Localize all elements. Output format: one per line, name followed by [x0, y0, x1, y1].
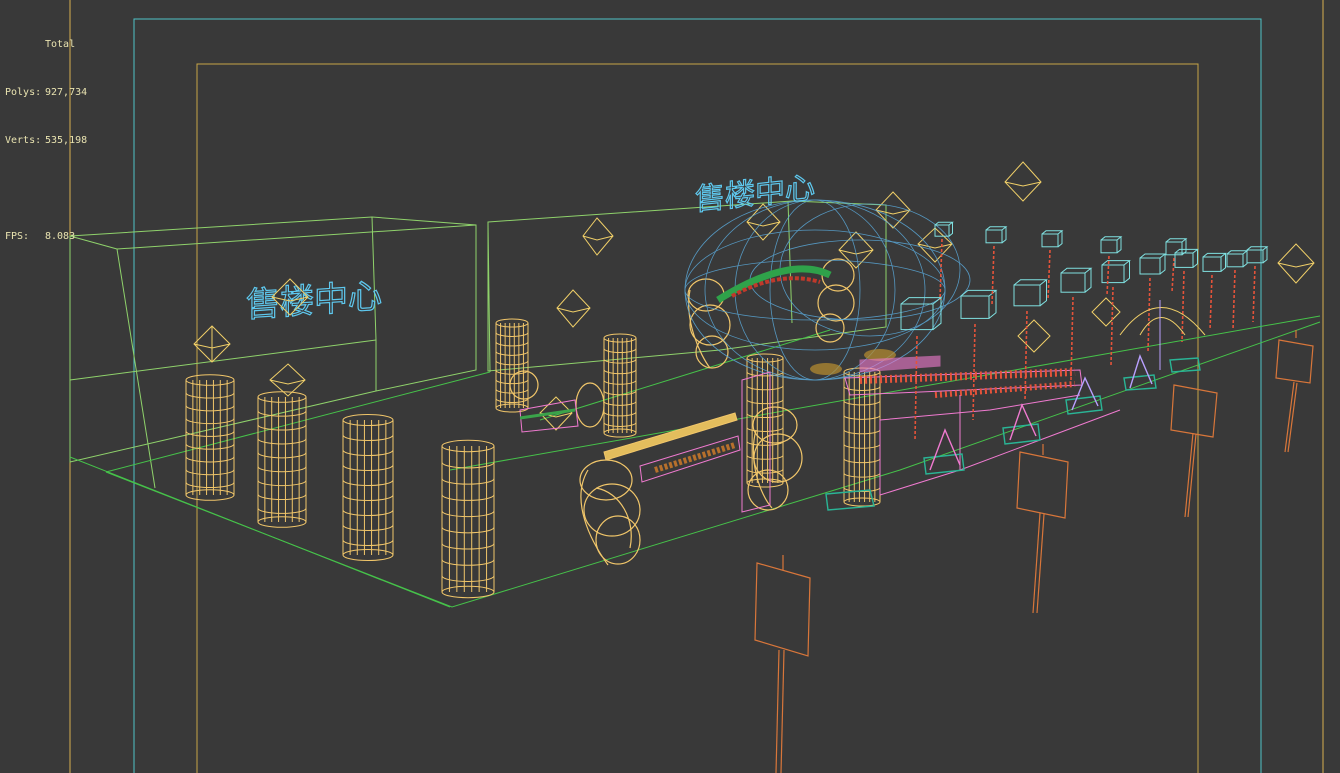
center-sign: 售楼中心 — [694, 170, 896, 375]
column-3 — [342, 414, 394, 561]
column-4 — [441, 439, 495, 599]
board-far-right — [1275, 330, 1314, 453]
lamp-7 — [1174, 248, 1199, 343]
lamp-15 — [934, 221, 954, 301]
column-1 — [185, 374, 235, 501]
lamp-10 — [1246, 246, 1269, 323]
lamp-13 — [1100, 236, 1123, 296]
safe-frames — [69, 0, 1324, 773]
column-7 — [746, 353, 784, 488]
column-8 — [843, 367, 881, 507]
wireframe-scene[interactable]: 售楼中心 售楼中心 — [0, 0, 1340, 773]
lamp-6 — [1139, 253, 1167, 353]
verts-label: Verts: — [5, 135, 42, 146]
verts-row: Verts: 535,198 — [5, 133, 87, 149]
lamp-4 — [1060, 267, 1093, 381]
viewport-statistics: Total Polys: 927,734 Verts: 535,198 FPS: 8.… — [5, 5, 87, 277]
board-right — [1170, 384, 1218, 518]
board-mid — [1016, 444, 1069, 614]
fps-row: FPS: 8.083 — [5, 229, 87, 245]
3d-viewport[interactable]: 售楼中心 售楼中心 Total Polys: 927,734 Verts: 53… — [0, 0, 1340, 773]
fps-value: 8.083 — [45, 231, 76, 242]
sign-boards — [754, 330, 1314, 773]
lamp-9 — [1226, 250, 1249, 331]
column-5 — [495, 318, 529, 413]
lamp-3 — [1013, 279, 1048, 401]
column-2 — [257, 391, 307, 528]
stats-title: Total — [45, 39, 76, 50]
lamp-14 — [1165, 238, 1188, 293]
fps-label: FPS: — [5, 231, 30, 242]
lamp-12 — [1041, 230, 1064, 301]
polys-value: 927,734 — [45, 87, 88, 98]
svg-text:售楼中心: 售楼中心 — [695, 170, 815, 218]
lamp-posts — [900, 221, 1269, 441]
polys-label: Polys: — [5, 87, 42, 98]
columns-group — [185, 318, 881, 599]
board-front — [754, 555, 811, 773]
column-6 — [603, 333, 637, 438]
lamp-8 — [1202, 252, 1227, 331]
verts-value: 535,198 — [45, 135, 88, 146]
long-planters — [519, 371, 771, 513]
umbrella — [1119, 300, 1206, 370]
figure-front — [579, 459, 641, 566]
lamp-5 — [1101, 260, 1131, 366]
lamp-2 — [960, 289, 998, 421]
bench-bases — [825, 353, 1201, 511]
sign-text-left: 售楼中心 — [246, 276, 382, 325]
polys-row: Polys: 927,734 — [5, 85, 87, 101]
